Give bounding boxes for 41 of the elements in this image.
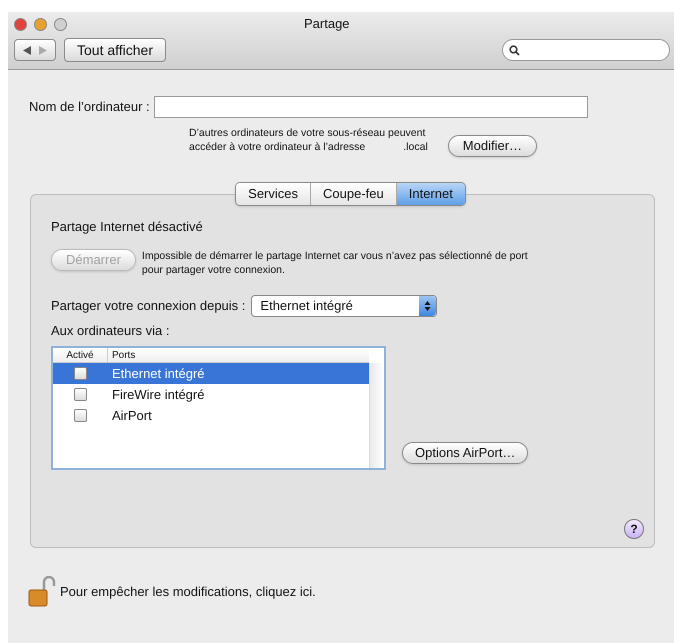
tab[interactable]: Coupe-feu	[310, 183, 396, 205]
zoom-button[interactable]	[54, 18, 67, 30]
tab[interactable]: Internet	[396, 183, 465, 205]
status-text: Partage Internet désactivé	[51, 218, 204, 236]
close-button[interactable]	[14, 18, 27, 30]
forward-arrow-icon	[39, 46, 47, 54]
airport-options-button[interactable]: Options AirPort…	[402, 442, 528, 464]
computer-name-label: Nom de l’ordinateur :	[29, 98, 150, 116]
help-button[interactable]: ?	[624, 519, 644, 539]
table-row[interactable]: Ethernet intégré	[53, 363, 369, 384]
table-row[interactable]: FireWire intégré	[53, 384, 369, 405]
back-forward-buttons[interactable]	[14, 39, 56, 61]
column-header[interactable]: Activé	[53, 348, 108, 362]
start-button: Démarrer	[51, 248, 136, 270]
port-name: AirPort	[111, 406, 152, 425]
checkbox[interactable]	[74, 367, 87, 380]
checkbox[interactable]	[74, 388, 87, 401]
scrollbar[interactable]	[369, 363, 384, 468]
share-from-label: Partager votre connexion depuis :	[51, 296, 246, 315]
computer-name-field[interactable]	[154, 96, 588, 118]
window-title: Partage	[304, 15, 350, 34]
search-field[interactable]	[502, 39, 670, 61]
modify-button[interactable]: Modifier…	[448, 135, 538, 157]
port-name: FireWire intégré	[111, 386, 204, 404]
error-message: Impossible de démarrer le partage Internet car vous n’avez pas sélectionné de port pour partager votre connexion.	[142, 248, 529, 276]
checkbox[interactable]	[74, 409, 87, 422]
local-suffix: .local	[403, 140, 428, 154]
to-computers-label: Aux ordinateurs via :	[51, 322, 171, 340]
back-arrow-icon	[23, 46, 31, 54]
share-from-popup[interactable]: Ethernet intégré	[251, 294, 438, 316]
table-row[interactable]: AirPort	[53, 405, 369, 426]
port-name: Ethernet intégré	[111, 364, 205, 383]
search-icon	[509, 44, 520, 56]
stepper-icon	[419, 296, 436, 316]
address-note: D’autres ordinateurs de votre sous-réseau peuvent	[189, 126, 426, 140]
lock-text[interactable]: Pour empêcher les modifications, cliquez ici.	[60, 582, 316, 602]
address-note: accéder à votre ordinateur à l’adresse	[189, 140, 366, 154]
minimize-button[interactable]	[34, 18, 47, 30]
show-all-button[interactable]: Tout afficher	[64, 38, 166, 62]
tab[interactable]: Services	[236, 183, 310, 205]
column-header[interactable]: Ports	[108, 348, 369, 362]
